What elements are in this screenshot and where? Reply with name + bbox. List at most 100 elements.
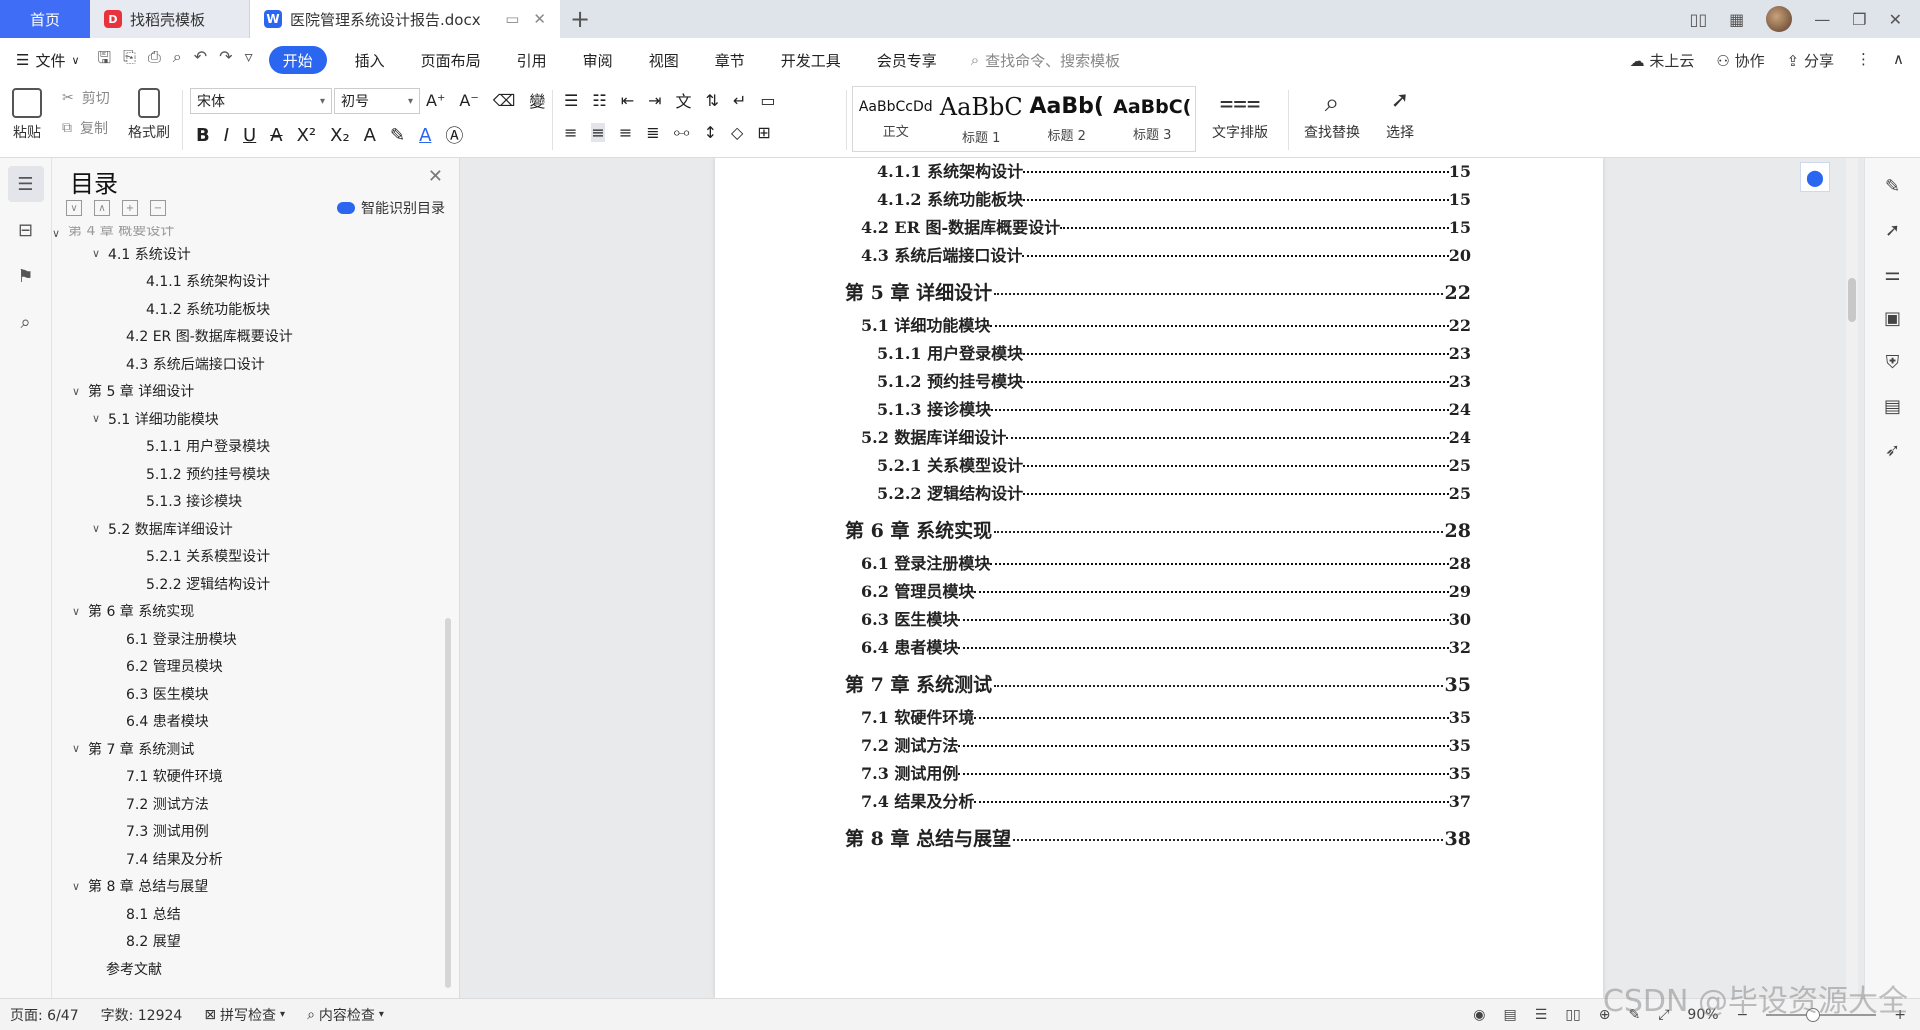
shading-icon[interactable]: ◇ [731, 123, 743, 142]
collapse-ribbon-icon[interactable]: ∧ [1893, 50, 1904, 71]
page-view-icon[interactable]: ▤ [1504, 1007, 1517, 1023]
copy-button[interactable]: ⧉ 复制 [62, 118, 110, 138]
format-painter-button[interactable]: 格式刷 [128, 88, 170, 142]
tab-document[interactable]: W 医院管理系统设计报告.docx ▭ ✕ [250, 0, 560, 38]
style-heading-2[interactable]: AaBb( 标题 2 [1024, 87, 1110, 151]
chevron-down-icon[interactable]: ∨ [72, 742, 88, 755]
chevron-down-icon[interactable]: ∨ [52, 227, 68, 240]
doc-toc-entry[interactable]: 4.1.2 系统功能板块 15 [845, 186, 1471, 210]
close-window-icon[interactable]: ✕ [1889, 10, 1902, 29]
italic-icon[interactable]: I [224, 125, 229, 146]
tab-templates[interactable]: D 找稻壳模板 [90, 0, 250, 38]
toc-item[interactable]: 7.2 测试方法 [52, 790, 444, 818]
select-button[interactable]: ➚ 选择 [1386, 88, 1414, 142]
add-heading-icon[interactable]: + [122, 200, 138, 216]
pen-icon[interactable]: ✎ [1879, 172, 1907, 200]
scrollbar-thumb[interactable] [1848, 278, 1856, 322]
doc-toc-entry[interactable]: 5.1.1 用户登录模块 23 [845, 340, 1471, 364]
toc-nav-icon[interactable]: ☰ [7, 166, 44, 202]
toc-item[interactable]: 5.1.1 用户登录模块 [52, 433, 444, 461]
spellcheck-button[interactable]: ⊠ 拼写检查 ▾ [204, 1005, 285, 1025]
align-right-icon[interactable]: ≡ [619, 123, 632, 142]
smart-toc-button[interactable]: 智能识别目录 [337, 198, 445, 218]
menu-tab-section[interactable]: 章节 [697, 46, 763, 74]
book-icon[interactable]: ▤ [1879, 392, 1907, 420]
doc-toc-entry[interactable]: 7.3 测试用例 35 [845, 760, 1471, 784]
layout-icon[interactable]: ▯▯ [1690, 10, 1708, 29]
menu-tab-member[interactable]: 会员专享 [859, 46, 955, 74]
restore-icon[interactable]: ❐ [1852, 10, 1866, 29]
underline-icon[interactable]: U [243, 125, 256, 146]
doc-toc-entry[interactable]: 5.1 详细功能模块 22 [845, 312, 1471, 336]
toc-item[interactable]: ∨ 第 5 章 详细设计 [52, 378, 444, 406]
toc-item[interactable]: 6.2 管理员模块 [52, 653, 444, 681]
line-spacing-icon[interactable]: ↕ [704, 123, 717, 142]
numbered-list-icon[interactable]: ☷ [592, 91, 606, 110]
toc-item[interactable]: ∨ 第 7 章 系统测试 [52, 735, 444, 763]
increase-indent-icon[interactable]: ⇥ [648, 91, 661, 110]
menu-tab-layout[interactable]: 页面布局 [403, 46, 499, 74]
toc-item[interactable]: ∨ 5.1 详细功能模块 [52, 405, 444, 433]
shrink-font-icon[interactable]: A⁻ [459, 91, 478, 110]
rocket-icon[interactable]: ➶ [1879, 436, 1907, 464]
doc-toc-chapter[interactable]: 第 7 章 系统测试 35 [845, 670, 1471, 697]
style-heading-1[interactable]: AaBbC 标题 1 [939, 87, 1025, 151]
tab-close-icon[interactable]: ✕ [533, 10, 546, 28]
text-effect-icon[interactable]: A [364, 125, 376, 146]
strikethrough-icon[interactable]: A [270, 125, 282, 146]
doc-toc-entry[interactable]: 6.3 医生模块 30 [845, 606, 1471, 630]
print-preview-icon[interactable]: ⌕ [173, 47, 182, 74]
tab-float-icon[interactable]: ▭ [505, 10, 519, 28]
toc-item[interactable]: 8.1 总结 [52, 900, 444, 928]
doc-toc-entry[interactable]: 5.2.2 逻辑结构设计 25 [845, 480, 1471, 504]
align-center-icon[interactable]: ≡ [591, 122, 605, 142]
undo-icon[interactable]: ↶ [194, 47, 207, 74]
remove-heading-icon[interactable]: − [150, 200, 166, 216]
chevron-down-icon[interactable]: ∨ [92, 247, 108, 260]
toc-item[interactable]: 8.2 展望 [52, 928, 444, 956]
new-tab-button[interactable]: + [560, 0, 600, 38]
security-icon[interactable]: ⛨ [1879, 348, 1907, 376]
bullet-list-icon[interactable]: ☰ [564, 91, 578, 110]
redo-icon[interactable]: ↷ [219, 47, 232, 74]
bold-icon[interactable]: B [196, 125, 210, 146]
expand-all-icon[interactable]: ∧ [94, 200, 110, 216]
char-border-icon[interactable]: Ⓐ [445, 122, 463, 148]
eye-protect-icon[interactable]: ◉ [1473, 1007, 1485, 1023]
phonetic-icon[interactable]: 變 [529, 88, 545, 112]
toc-item[interactable]: 5.1.2 预约挂号模块 [52, 460, 444, 488]
toc-item[interactable]: ∨ 第 4 章 概要设计 [52, 226, 444, 240]
command-search[interactable]: ⌕ 查找命令、搜索模板 [971, 50, 1120, 71]
tab-home[interactable]: 首页 [0, 0, 90, 38]
doc-toc-entry[interactable]: 5.1.2 预约挂号模块 23 [845, 368, 1471, 392]
toc-item[interactable]: 4.3 系统后端接口设计 [52, 350, 444, 378]
word-count[interactable]: 字数: 12924 [101, 1005, 183, 1025]
vertical-scrollbar[interactable] [1846, 158, 1858, 998]
doc-toc-entry[interactable]: 7.2 测试方法 35 [845, 732, 1471, 756]
menu-tab-review[interactable]: 审阅 [565, 46, 631, 74]
outline-view-icon[interactable]: ☰ [1535, 1007, 1548, 1023]
toc-item[interactable]: 6.1 登录注册模块 [52, 625, 444, 653]
toc-item[interactable]: ∨ 第 6 章 系统实现 [52, 598, 444, 626]
font-color-icon[interactable]: A [419, 125, 431, 146]
doc-toc-entry[interactable]: 6.2 管理员模块 29 [845, 578, 1471, 602]
content-check-button[interactable]: ⌕ 内容检查 ▾ [307, 1005, 384, 1025]
clear-format-icon[interactable]: ⌫ [493, 91, 516, 110]
doc-toc-entry[interactable]: 6.4 患者模块 32 [845, 634, 1471, 658]
cut-button[interactable]: ✂ 剪切 [62, 88, 110, 108]
subscript-icon[interactable]: X₂ [330, 125, 350, 146]
chevron-down-icon[interactable]: ∨ [72, 880, 88, 893]
toc-item[interactable]: ∨ 4.1 系统设计 [52, 240, 444, 268]
toc-item[interactable]: 5.1.3 接诊模块 [52, 488, 444, 516]
chinese-layout-icon[interactable]: 文 [676, 88, 692, 112]
search-icon[interactable]: ⌕ [8, 304, 44, 340]
font-size-select[interactable]: 初号 ▾ [334, 88, 420, 114]
export-pdf-icon[interactable]: ⎘ [123, 47, 136, 74]
image-tool-icon[interactable]: ▣ [1879, 304, 1907, 332]
cloud-sync-button[interactable]: ☁ 未上云 [1630, 50, 1695, 71]
toc-item[interactable]: ∨ 第 8 章 总结与展望 [52, 873, 444, 901]
toc-item[interactable]: 7.1 软硬件环境 [52, 763, 444, 791]
adjust-icon[interactable]: ⚌ [1879, 260, 1907, 288]
highlight-icon[interactable]: ✎ [390, 125, 405, 146]
pointer-icon[interactable]: ➚ [1879, 216, 1907, 244]
